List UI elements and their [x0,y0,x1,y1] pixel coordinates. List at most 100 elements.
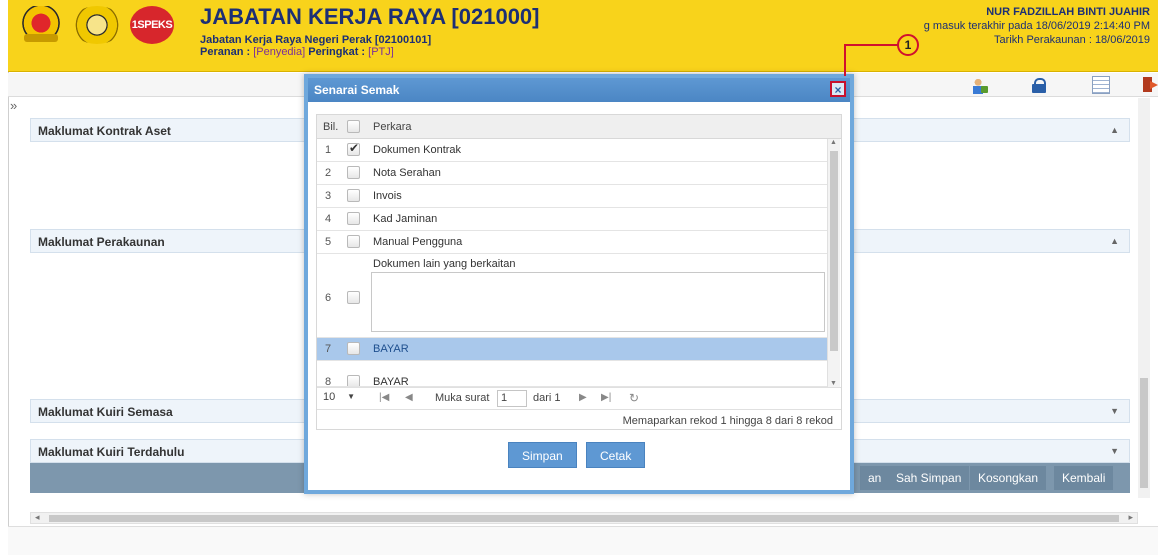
close-icon[interactable]: × [830,81,846,97]
pager: 10 ▼ |◀ ◀ Muka surat 1 dari 1 ▶ ▶| ↻ [317,387,841,409]
section-title: Maklumat Perakaunan [38,235,165,249]
row-number: 6 [324,292,332,304]
scroll-left-icon[interactable]: ◂ [35,512,40,523]
user-name: NUR FADZILLAH BINTI JUAHIR [986,6,1150,18]
col-bil-header: Bil. [323,121,339,133]
spek-logo: 1SPEKS [130,6,174,44]
role-line: Peranan : [Penyedia] Peringkat : [PTJ] [200,46,394,58]
lock-icon[interactable] [1030,76,1048,94]
logo-group: 1SPEKS [18,6,174,44]
next-page-icon[interactable]: ▶ [579,392,587,403]
row-label: Nota Serahan [373,167,441,179]
col-perkara-header: Perkara [373,121,412,133]
role-label: Peranan : [200,46,254,58]
scroll-thumb[interactable] [830,151,838,351]
scroll-up-icon[interactable]: ▲ [830,139,837,146]
table-row[interactable]: 8 BAYAR [317,361,827,387]
simpan-button[interactable]: Simpan [508,442,577,468]
jkr-logo [70,6,124,44]
section-title: Maklumat Kuiri Semasa [38,405,173,419]
row-checkbox[interactable] [347,166,360,179]
state-crest-logo [18,6,64,44]
table-row[interactable]: 3 Invois [317,185,827,208]
exit-icon[interactable] [1141,76,1158,94]
row-number: 8 [324,376,332,387]
row-label: Manual Pengguna [373,236,463,248]
row-number: 3 [324,190,332,202]
section-title: Maklumat Kuiri Terdahulu [38,445,185,459]
table-row[interactable]: 1 Dokumen Kontrak [317,139,827,162]
grid-scrollbar[interactable]: ▲ ▼ [827,139,840,387]
grid-header: Bil. Perkara [317,115,841,139]
footer-strip [8,526,1158,555]
refresh-icon[interactable]: ↻ [629,391,639,405]
other-documents-textarea[interactable] [371,272,825,332]
table-row[interactable]: 2 Nota Serahan [317,162,827,185]
select-all-checkbox[interactable] [347,120,360,133]
sidebar-expand-button[interactable]: » [10,98,17,113]
row-checkbox[interactable] [347,189,360,202]
scroll-thumb[interactable] [49,515,1119,522]
app-header: 1SPEKS JABATAN KERJA RAYA [021000] Jabat… [8,0,1158,72]
cetak-button[interactable]: Cetak [586,442,646,468]
scroll-down-icon[interactable]: ▼ [830,380,837,387]
row-label: Invois [373,190,402,202]
senarai-semak-dialog: Senarai Semak × Bil. Perkara 1 Dokumen K… [304,74,854,494]
level-label: Peringkat : [305,46,369,58]
last-login: g masuk terakhir pada 18/06/2019 2:14:40… [923,20,1150,32]
page-label: Muka surat [435,392,490,404]
row-label: Dokumen lain yang berkaitan [373,258,516,270]
collapse-up-icon[interactable]: ▲ [1110,236,1119,246]
row-label: Kad Jaminan [373,213,438,225]
row-label: BAYAR [373,376,409,387]
checklist-grid: Bil. Perkara 1 Dokumen Kontrak 2 Nota Se… [316,114,842,430]
dialog-title: Senarai Semak [314,83,400,97]
page-vertical-scrollbar[interactable] [1138,98,1150,498]
chevron-down-icon: ▼ [347,392,355,401]
page-horizontal-scrollbar[interactable]: ◂ ▸ [30,512,1138,524]
page-size-select[interactable]: 10 ▼ [319,391,359,407]
last-page-icon[interactable]: ▶| [601,392,611,403]
callout-number: 1 [897,34,919,56]
callout-line [844,44,846,76]
row-checkbox[interactable] [347,342,360,355]
table-row[interactable]: 6 Dokumen lain yang berkaitan [317,254,827,338]
prev-page-icon[interactable]: ◀ [405,392,413,403]
user-icon[interactable] [970,76,988,94]
kembali-button[interactable]: Kembali [1054,466,1114,490]
row-label: Dokumen Kontrak [373,144,462,156]
row-checkbox[interactable] [347,235,360,248]
row-number: 2 [324,167,332,179]
account-date: Tarikh Perakaunan : 18/06/2019 [994,34,1150,46]
row-number: 4 [324,213,332,225]
dialog-title-bar[interactable]: Senarai Semak × [308,78,850,102]
scroll-thumb[interactable] [1140,378,1148,488]
scroll-right-icon[interactable]: ▸ [1128,512,1133,523]
table-row[interactable]: 7 BAYAR [317,338,827,361]
list-icon[interactable] [1092,76,1110,94]
record-info-text: Memaparkan rekod 1 hingga 8 dari 8 rekod [622,415,833,427]
collapse-up-icon[interactable]: ▲ [1110,125,1119,135]
page-number-input[interactable]: 1 [497,390,527,407]
kosongkan-button[interactable]: Kosongkan [970,466,1047,490]
row-number: 5 [324,236,332,248]
row-checkbox[interactable] [347,212,360,225]
record-info: Memaparkan rekod 1 hingga 8 dari 8 rekod [317,409,841,431]
hidden-action-button[interactable]: an [860,466,890,490]
table-row[interactable]: 5 Manual Pengguna [317,231,827,254]
sah-simpan-button[interactable]: Sah Simpan [888,466,970,490]
agency-subtitle: Jabatan Kerja Raya Negeri Perak [0210010… [200,34,432,46]
row-checkbox[interactable] [347,375,360,386]
first-page-icon[interactable]: |◀ [379,392,389,403]
section-title: Maklumat Kontrak Aset [38,124,171,138]
expand-down-icon[interactable]: ▼ [1110,446,1119,456]
role-value: [Penyedia] [253,46,306,58]
agency-title: JABATAN KERJA RAYA [021000] [200,4,540,29]
row-number: 7 [324,343,332,355]
row-checkbox[interactable] [347,291,360,304]
row-checkbox[interactable] [347,141,360,156]
expand-down-icon[interactable]: ▼ [1110,406,1119,416]
callout-line [845,44,900,46]
table-row[interactable]: 4 Kad Jaminan [317,208,827,231]
row-number: 1 [324,144,332,156]
